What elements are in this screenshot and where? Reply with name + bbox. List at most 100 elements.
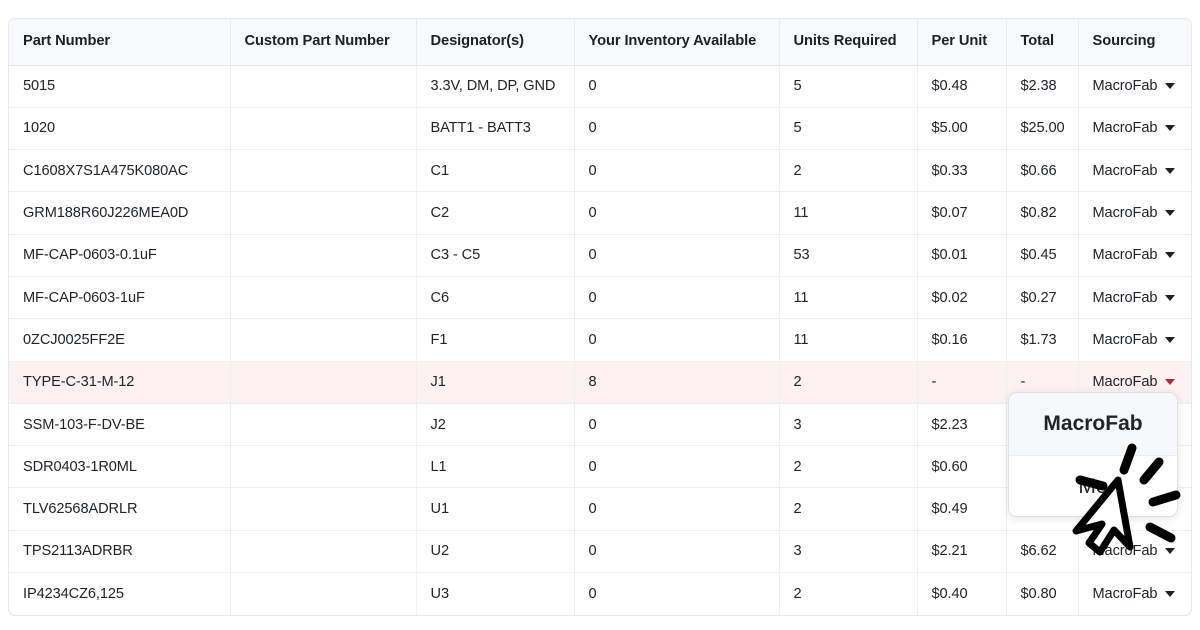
cell-custom-part-number	[230, 319, 416, 361]
column-header-units-required[interactable]: Units Required	[779, 19, 917, 65]
cell-total: $0.45	[1006, 234, 1078, 276]
table-row[interactable]: IP4234CZ6,125U302$0.40$0.80MacroFab	[9, 573, 1192, 615]
cell-custom-part-number	[230, 65, 416, 107]
sourcing-value: MacroFab	[1093, 290, 1158, 306]
table-row[interactable]: 50153.3V, DM, DP, GND05$0.48$2.38MacroFa…	[9, 65, 1192, 107]
cell-custom-part-number	[230, 234, 416, 276]
cell-designators: F1	[416, 319, 574, 361]
chevron-down-icon[interactable]	[1165, 168, 1175, 174]
cell-designators: U2	[416, 530, 574, 572]
chevron-down-icon[interactable]	[1165, 252, 1175, 258]
table-row[interactable]: 1020BATT1 - BATT305$5.00$25.00MacroFab	[9, 107, 1192, 149]
sourcing-select[interactable]: MacroFab	[1093, 163, 1180, 179]
chevron-down-icon[interactable]	[1165, 591, 1175, 597]
cell-total: $0.66	[1006, 150, 1078, 192]
column-header-custom-part-number[interactable]: Custom Part Number	[230, 19, 416, 65]
cell-custom-part-number	[230, 573, 416, 615]
cell-per-unit: $0.02	[917, 276, 1006, 318]
sourcing-value: MacroFab	[1093, 543, 1158, 559]
cell-designators: U3	[416, 573, 574, 615]
chevron-down-icon[interactable]	[1165, 83, 1175, 89]
cell-sourcing[interactable]: MacroFab	[1078, 276, 1192, 318]
cell-part-number: TYPE-C-31-M-12	[9, 361, 230, 403]
cell-custom-part-number	[230, 192, 416, 234]
table-row[interactable]: TPS2113ADRBRU203$2.21$6.62MacroFab	[9, 530, 1192, 572]
chevron-down-icon[interactable]	[1165, 125, 1175, 131]
cell-per-unit: $0.01	[917, 234, 1006, 276]
sourcing-select[interactable]: MacroFab	[1093, 78, 1180, 94]
dropdown-option-macrofab[interactable]: MacroFab	[1009, 393, 1177, 455]
cell-inventory-available: 0	[574, 234, 779, 276]
table-row[interactable]: 0ZCJ0025FF2EF1011$0.16$1.73MacroFab	[9, 319, 1192, 361]
column-header-designators[interactable]: Designator(s)	[416, 19, 574, 65]
table-row[interactable]: MF-CAP-0603-0.1uFC3 - C5053$0.01$0.45Mac…	[9, 234, 1192, 276]
chevron-down-icon[interactable]	[1165, 337, 1175, 343]
cell-sourcing[interactable]: MacroFab	[1078, 573, 1192, 615]
cell-inventory-available: 0	[574, 192, 779, 234]
cell-designators: L1	[416, 446, 574, 488]
chevron-down-icon[interactable]	[1165, 379, 1175, 385]
cell-sourcing[interactable]: MacroFab	[1078, 192, 1192, 234]
sourcing-select[interactable]: MacroFab	[1093, 205, 1180, 221]
column-header-sourcing[interactable]: Sourcing	[1078, 19, 1192, 65]
sourcing-value: MacroFab	[1093, 78, 1158, 94]
cell-custom-part-number	[230, 276, 416, 318]
column-header-total[interactable]: Total	[1006, 19, 1078, 65]
cell-units-required: 11	[779, 192, 917, 234]
cell-sourcing[interactable]: MacroFab	[1078, 107, 1192, 149]
cell-units-required: 11	[779, 276, 917, 318]
cell-units-required: 2	[779, 488, 917, 530]
cell-sourcing[interactable]: MacroFab	[1078, 65, 1192, 107]
sourcing-select[interactable]: MacroFab	[1093, 332, 1180, 348]
chevron-down-icon[interactable]	[1165, 210, 1175, 216]
sourcing-value: MacroFab	[1093, 120, 1158, 136]
cell-custom-part-number	[230, 530, 416, 572]
table-body: 50153.3V, DM, DP, GND05$0.48$2.38MacroFa…	[9, 65, 1192, 615]
sourcing-select[interactable]: MacroFab	[1093, 543, 1180, 559]
chevron-down-icon[interactable]	[1165, 295, 1175, 301]
cell-custom-part-number	[230, 488, 416, 530]
cell-designators: J2	[416, 403, 574, 445]
bom-table: Part Number Custom Part Number Designato…	[9, 19, 1192, 615]
sourcing-select[interactable]: MacroFab	[1093, 374, 1180, 390]
cell-part-number: MF-CAP-0603-0.1uF	[9, 234, 230, 276]
cell-sourcing[interactable]: MacroFab	[1078, 319, 1192, 361]
chevron-down-icon[interactable]	[1165, 548, 1175, 554]
cell-per-unit: $0.07	[917, 192, 1006, 234]
cell-custom-part-number	[230, 107, 416, 149]
column-header-per-unit[interactable]: Per Unit	[917, 19, 1006, 65]
column-header-inventory-available[interactable]: Your Inventory Available	[574, 19, 779, 65]
cell-part-number: IP4234CZ6,125	[9, 573, 230, 615]
cell-part-number: 0ZCJ0025FF2E	[9, 319, 230, 361]
cell-sourcing[interactable]: MacroFab	[1078, 234, 1192, 276]
cell-custom-part-number	[230, 446, 416, 488]
sourcing-select[interactable]: MacroFab	[1093, 247, 1180, 263]
table-row[interactable]: C1608X7S1A475K080ACC102$0.33$0.66MacroFa…	[9, 150, 1192, 192]
cell-units-required: 5	[779, 107, 917, 149]
table-row[interactable]: GRM188R60J226MEA0DC2011$0.07$0.82MacroFa…	[9, 192, 1192, 234]
cell-part-number: TLV62568ADRLR	[9, 488, 230, 530]
cell-units-required: 53	[779, 234, 917, 276]
table-header: Part Number Custom Part Number Designato…	[9, 19, 1192, 65]
table-row[interactable]: MF-CAP-0603-1uFC6011$0.02$0.27MacroFab	[9, 276, 1192, 318]
cell-units-required: 3	[779, 403, 917, 445]
sourcing-select[interactable]: MacroFab	[1093, 586, 1180, 602]
sourcing-select[interactable]: MacroFab	[1093, 120, 1180, 136]
cell-part-number: TPS2113ADRBR	[9, 530, 230, 572]
dropdown-option-me[interactable]: Me	[1009, 455, 1177, 517]
column-header-part-number[interactable]: Part Number	[9, 19, 230, 65]
header-row: Part Number Custom Part Number Designato…	[9, 19, 1192, 65]
cell-inventory-available: 0	[574, 319, 779, 361]
cell-designators: 3.3V, DM, DP, GND	[416, 65, 574, 107]
cell-sourcing[interactable]: MacroFab	[1078, 150, 1192, 192]
cell-sourcing[interactable]: MacroFab	[1078, 530, 1192, 572]
cell-per-unit: $5.00	[917, 107, 1006, 149]
sourcing-select[interactable]: MacroFab	[1093, 290, 1180, 306]
cell-part-number: SSM-103-F-DV-BE	[9, 403, 230, 445]
cell-per-unit: $2.23	[917, 403, 1006, 445]
cell-part-number: 1020	[9, 107, 230, 149]
cell-inventory-available: 0	[574, 573, 779, 615]
cell-designators: U1	[416, 488, 574, 530]
cell-per-unit: -	[917, 361, 1006, 403]
sourcing-dropdown-menu[interactable]: MacroFab Me	[1008, 392, 1178, 517]
